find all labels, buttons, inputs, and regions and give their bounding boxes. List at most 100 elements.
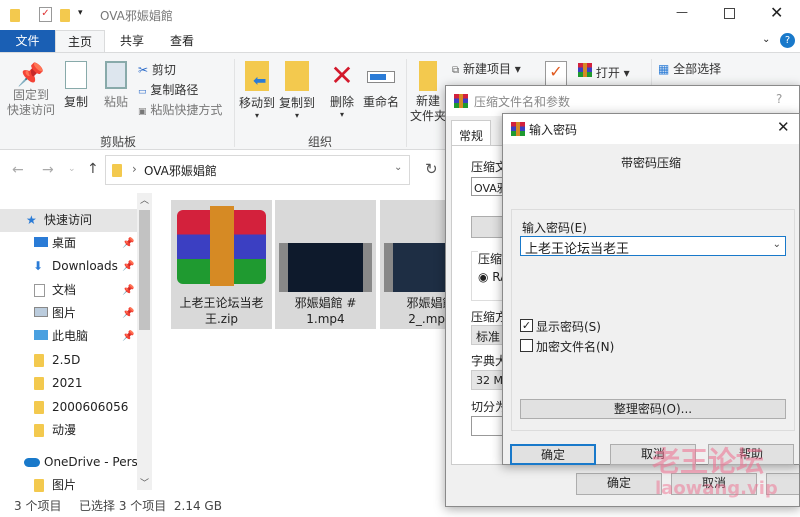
close-button[interactable]: ✕	[770, 3, 783, 22]
nav-folder[interactable]: 动漫	[0, 419, 137, 442]
divider	[406, 59, 407, 147]
tab-general[interactable]: 常规	[451, 120, 491, 146]
nav-onedrive[interactable]: OneDrive - Perso	[0, 451, 137, 474]
dialog-title-bar: 输入密码 ✕	[503, 114, 799, 144]
properties-icon[interactable]: ✓	[39, 7, 52, 22]
encrypt-filenames-checkbox[interactable]	[520, 339, 533, 352]
delete-button[interactable]: ✕ 删除 ▾	[326, 59, 358, 119]
navigation-pane: ★ 快速访问 桌面 📌 ⬇ Downloads 📌 文档 📌 图片 📌 此电脑 📌 2.5D …	[0, 200, 137, 492]
winrar-archive-icon	[177, 206, 266, 286]
nav-pictures[interactable]: 图片 📌	[0, 302, 137, 325]
maximize-button[interactable]	[724, 8, 735, 19]
file-item[interactable]: 邪娠娼館 # 1.mp4	[275, 200, 376, 329]
help-button[interactable]: 帮助	[708, 444, 794, 465]
nav-quick-access[interactable]: ★ 快速访问	[0, 209, 137, 232]
up-button[interactable]: ↑	[87, 161, 99, 177]
copy-icon	[65, 61, 87, 89]
copy-path-button[interactable]: ▭ 复制路径	[138, 81, 198, 98]
download-icon: ⬇	[33, 259, 44, 273]
ok-button[interactable]: 确定	[576, 473, 662, 495]
document-icon	[34, 284, 45, 297]
pin-icon: 📌	[17, 63, 45, 88]
address-bar[interactable]: › OVA邪娠娼館 ⌄	[105, 155, 410, 185]
rename-button[interactable]: 重命名	[361, 61, 401, 110]
move-to-icon: ⬅	[245, 61, 269, 91]
tab-view[interactable]: 查看	[158, 30, 206, 52]
pin-icon[interactable]: 📌	[122, 325, 134, 348]
pin-icon[interactable]: 📌	[122, 232, 134, 255]
ribbon-collapse-icon[interactable]: ⌄	[762, 34, 770, 45]
open-button[interactable]: 打开 ▾	[578, 63, 630, 81]
nav-folder[interactable]: 2.5D	[0, 349, 137, 372]
recent-locations-icon[interactable]: ⌄	[68, 164, 76, 174]
folder-icon	[34, 354, 44, 367]
cut-button[interactable]: ✂ 剪切	[138, 61, 176, 78]
nav-folder[interactable]: 图片	[0, 474, 137, 497]
select-all-button[interactable]: ▦ 全部选择	[658, 60, 721, 77]
copy-button[interactable]: 复制	[60, 61, 92, 110]
nav-desktop[interactable]: 桌面 📌	[0, 232, 137, 255]
pin-icon[interactable]: 📌	[122, 279, 134, 302]
folder-icon	[34, 401, 44, 414]
nav-scrollbar[interactable]: ︿ ﹀	[137, 193, 152, 490]
selection-info: 已选择 3 个项目 2.14 GB	[79, 499, 222, 513]
pin-icon[interactable]: 📌	[122, 255, 134, 278]
shortcut-icon: ▣	[138, 107, 147, 117]
nav-this-pc[interactable]: 此电脑 📌	[0, 325, 137, 348]
nav-downloads[interactable]: ⬇ Downloads 📌	[0, 255, 137, 278]
cancel-button[interactable]: 取消	[610, 444, 696, 465]
back-button[interactable]: ←	[12, 162, 24, 178]
breadcrumb[interactable]: OVA邪娠娼館	[144, 162, 217, 179]
dropdown-icon[interactable]: ⌄	[773, 239, 781, 250]
divider	[234, 59, 235, 147]
folder-icon	[34, 479, 44, 492]
folder-icon	[10, 9, 20, 22]
new-folder-button[interactable]: 新建 文件夹	[410, 61, 446, 124]
tab-file[interactable]: 文件	[0, 30, 55, 52]
scrollbar-thumb[interactable]	[139, 210, 150, 330]
quick-access-dropdown-icon[interactable]: ▾	[78, 8, 83, 18]
new-item-icon: ⧉	[452, 65, 460, 76]
pin-quick-access-button[interactable]: 📌 固定到 快速访问	[6, 63, 56, 118]
pin-icon[interactable]: 📌	[122, 302, 134, 325]
nav-documents[interactable]: 文档 📌	[0, 279, 137, 302]
help-icon[interactable]: ?	[780, 33, 795, 48]
status-bar: 3 个项目 已选择 3 个项目 2.14 GB	[0, 495, 450, 513]
password-input[interactable]: 上老王论坛当老王 ⌄	[520, 236, 786, 257]
tab-share[interactable]: 共享	[108, 30, 156, 52]
paste-button[interactable]: 粘贴	[100, 61, 132, 110]
nav-folder[interactable]: 2000606056	[0, 396, 137, 419]
ok-button[interactable]: 确定	[510, 444, 596, 465]
window-title: OVA邪娠娼館	[100, 9, 173, 23]
copy-to-icon	[285, 61, 309, 91]
select-all-icon: ▦	[658, 62, 670, 76]
tab-home[interactable]: 主页	[55, 30, 105, 53]
clipboard-group-label: 剪贴板	[100, 135, 137, 149]
organize-group-label: 组织	[308, 135, 333, 149]
paste-shortcut-button[interactable]: ▣ 粘贴快捷方式	[138, 101, 222, 118]
help-button[interactable]	[766, 473, 799, 495]
file-item[interactable]: 上老王论坛当老 王.zip	[171, 200, 272, 329]
delete-icon: ✕	[330, 59, 354, 92]
organize-passwords-button[interactable]: 整理密码(O)...	[520, 399, 786, 419]
folder-icon	[34, 424, 44, 437]
minimize-button[interactable]: —	[676, 5, 688, 19]
nav-folder[interactable]: 2021	[0, 372, 137, 395]
new-item-button[interactable]: ⧉ 新建项目 ▾	[452, 60, 521, 77]
forward-button[interactable]: →	[42, 162, 54, 178]
new-folder-quick-icon[interactable]	[60, 9, 70, 22]
new-folder-icon	[419, 61, 437, 91]
password-group: 输入密码(E) 上老王论坛当老王 ⌄ ✓ 显示密码(S) 加密文件名(N) 整理…	[511, 209, 795, 431]
help-button[interactable]: ?	[776, 92, 782, 106]
refresh-button[interactable]: ↻	[425, 160, 438, 178]
scroll-down-icon[interactable]: ﹀	[140, 476, 149, 489]
close-button[interactable]: ✕	[777, 118, 790, 136]
move-to-button[interactable]: ⬅ 移动到 ▾	[238, 61, 276, 120]
desktop-icon	[34, 237, 48, 247]
item-count: 3 个项目	[14, 499, 62, 513]
show-password-checkbox[interactable]: ✓	[520, 319, 533, 332]
address-dropdown-icon[interactable]: ⌄	[394, 162, 402, 173]
copy-to-button[interactable]: 复制到 ▾	[278, 61, 316, 120]
scroll-up-icon[interactable]: ︿	[140, 193, 149, 206]
cancel-button[interactable]: 取消	[671, 473, 757, 495]
